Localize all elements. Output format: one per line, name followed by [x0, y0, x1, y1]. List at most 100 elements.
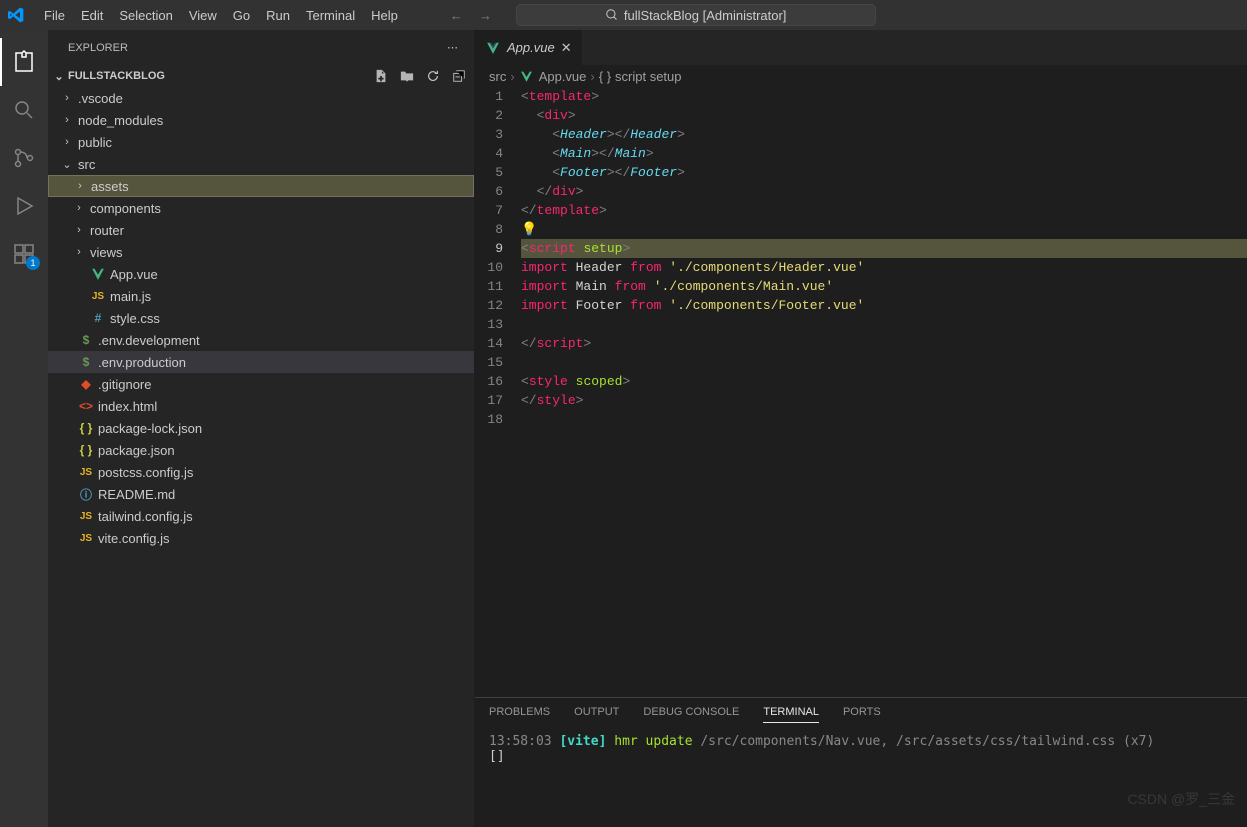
- panel-tab-ports[interactable]: PORTS: [843, 706, 881, 722]
- activity-run-debug[interactable]: [0, 182, 48, 230]
- code-line[interactable]: <template>: [521, 87, 1247, 106]
- js-icon: JS: [78, 467, 94, 478]
- editor-body[interactable]: 123456789101112131415161718 <template> <…: [475, 87, 1247, 697]
- tree-label: main.js: [110, 289, 151, 304]
- tree-label: style.css: [110, 311, 160, 326]
- activity-explorer[interactable]: [0, 38, 48, 86]
- code-line[interactable]: import Header from './components/Header.…: [521, 258, 1247, 277]
- code-content[interactable]: <template> <div> <Header></Header> <Main…: [521, 87, 1247, 697]
- tab-app-vue[interactable]: App.vue ✕: [475, 30, 583, 65]
- tree-item-public[interactable]: ›public: [48, 131, 474, 153]
- menu-file[interactable]: File: [36, 4, 73, 27]
- collapse-all-icon[interactable]: [452, 69, 466, 83]
- code-line[interactable]: [521, 315, 1247, 334]
- code-line[interactable]: import Footer from './components/Footer.…: [521, 296, 1247, 315]
- tree-item-package-json[interactable]: { }package.json: [48, 439, 474, 461]
- tree-item--vscode[interactable]: ›.vscode: [48, 87, 474, 109]
- chevron-icon: ›: [60, 114, 74, 126]
- tree-item-vite-config-js[interactable]: JSvite.config.js: [48, 527, 474, 549]
- tree-item-app-vue[interactable]: App.vue: [48, 263, 474, 285]
- sidebar-more-icon[interactable]: ⋯: [447, 41, 458, 54]
- tree-item-postcss-config-js[interactable]: JSpostcss.config.js: [48, 461, 474, 483]
- code-line[interactable]: <style scoped>: [521, 372, 1247, 391]
- css-icon: #: [90, 311, 106, 325]
- tree-item--env-development[interactable]: $.env.development: [48, 329, 474, 351]
- refresh-icon[interactable]: [426, 69, 440, 83]
- breadcrumb-part[interactable]: script setup: [615, 69, 681, 84]
- tab-label: App.vue: [507, 40, 555, 55]
- tree-item-tailwind-config-js[interactable]: JStailwind.config.js: [48, 505, 474, 527]
- code-line[interactable]: </style>: [521, 391, 1247, 410]
- panel-tab-debug-console[interactable]: DEBUG CONSOLE: [643, 706, 739, 722]
- terminal-output[interactable]: 13:58:03 [vite] hmr update /src/componen…: [475, 730, 1247, 827]
- activity-extensions[interactable]: 1: [0, 230, 48, 278]
- tree-label: README.md: [98, 487, 175, 502]
- nav-forward-icon[interactable]: →: [479, 8, 492, 23]
- close-icon[interactable]: ✕: [561, 40, 572, 56]
- tree-item-assets[interactable]: ›assets: [48, 175, 474, 197]
- terminal-count: (x7): [1123, 734, 1154, 749]
- code-line[interactable]: </div>: [521, 182, 1247, 201]
- tree-item-router[interactable]: ›router: [48, 219, 474, 241]
- tree-item-node-modules[interactable]: ›node_modules: [48, 109, 474, 131]
- tree-label: components: [90, 201, 161, 216]
- sidebar: EXPLORER ⋯ ⌄ FULLSTACKBLOG ›.vscode›node…: [48, 30, 475, 827]
- breadcrumb[interactable]: src › App.vue › { } script setup: [475, 65, 1247, 87]
- editor-tabs: App.vue ✕: [475, 30, 1247, 65]
- chevron-icon: ›: [72, 246, 86, 258]
- code-line[interactable]: </script>: [521, 334, 1247, 353]
- panel-tab-problems[interactable]: PROBLEMS: [489, 706, 550, 722]
- titlebar: FileEditSelectionViewGoRunTerminalHelp ←…: [0, 0, 1247, 30]
- tree-item-main-js[interactable]: JS main.js: [48, 285, 474, 307]
- tree-label: public: [78, 135, 112, 150]
- tree-item-components[interactable]: ›components: [48, 197, 474, 219]
- panel-tab-terminal[interactable]: TERMINAL: [763, 706, 819, 723]
- code-line[interactable]: <script setup>: [521, 239, 1247, 258]
- menu-view[interactable]: View: [181, 4, 225, 27]
- tree-item--env-production[interactable]: $.env.production: [48, 351, 474, 373]
- menu-selection[interactable]: Selection: [111, 4, 180, 27]
- activity-bar: 1: [0, 30, 48, 827]
- menu-edit[interactable]: Edit: [73, 4, 111, 27]
- activity-search[interactable]: [0, 86, 48, 134]
- panel-tab-output[interactable]: OUTPUT: [574, 706, 619, 722]
- json-icon: { }: [78, 443, 94, 457]
- editor-area: App.vue ✕ src › App.vue › { } script set…: [475, 30, 1247, 827]
- code-line[interactable]: 💡: [521, 220, 1247, 239]
- code-line[interactable]: <Header></Header>: [521, 125, 1247, 144]
- env-icon: $: [78, 333, 94, 347]
- nav-back-icon[interactable]: ←: [450, 8, 463, 23]
- code-line[interactable]: [521, 353, 1247, 372]
- menu-run[interactable]: Run: [258, 4, 298, 27]
- code-line[interactable]: </template>: [521, 201, 1247, 220]
- tree-item-src[interactable]: ⌄src: [48, 153, 474, 175]
- code-line[interactable]: <Footer></Footer>: [521, 163, 1247, 182]
- tree-item-package-lock-json[interactable]: { }package-lock.json: [48, 417, 474, 439]
- menu-help[interactable]: Help: [363, 4, 406, 27]
- command-center[interactable]: fullStackBlog [Administrator]: [516, 4, 877, 26]
- tree-item-index-html[interactable]: <>index.html: [48, 395, 474, 417]
- breadcrumb-part[interactable]: src: [489, 69, 506, 84]
- js-icon: JS: [78, 511, 94, 522]
- code-line[interactable]: import Main from './components/Main.vue': [521, 277, 1247, 296]
- tree-label: App.vue: [110, 267, 158, 282]
- breadcrumb-part[interactable]: App.vue: [539, 69, 587, 84]
- js-icon: JS: [90, 291, 106, 302]
- tree-label: vite.config.js: [98, 531, 170, 546]
- vscode-logo-icon: [8, 7, 24, 23]
- tree-item--gitignore[interactable]: ◆.gitignore: [48, 373, 474, 395]
- code-line[interactable]: <div>: [521, 106, 1247, 125]
- new-folder-icon[interactable]: [400, 69, 414, 83]
- tree-item-style-css[interactable]: # style.css: [48, 307, 474, 329]
- tree-item-views[interactable]: ›views: [48, 241, 474, 263]
- menu-terminal[interactable]: Terminal: [298, 4, 363, 27]
- new-file-icon[interactable]: [374, 69, 388, 83]
- tree-item-readme-md[interactable]: ⓘREADME.md: [48, 483, 474, 505]
- menu-go[interactable]: Go: [225, 4, 258, 27]
- activity-source-control[interactable]: [0, 134, 48, 182]
- project-header[interactable]: ⌄ FULLSTACKBLOG: [48, 65, 474, 87]
- code-line[interactable]: [521, 410, 1247, 429]
- code-line[interactable]: <Main></Main>: [521, 144, 1247, 163]
- bottom-panel: PROBLEMS OUTPUT DEBUG CONSOLE TERMINAL PORTS…: [475, 697, 1247, 827]
- vue-icon: [519, 70, 535, 83]
